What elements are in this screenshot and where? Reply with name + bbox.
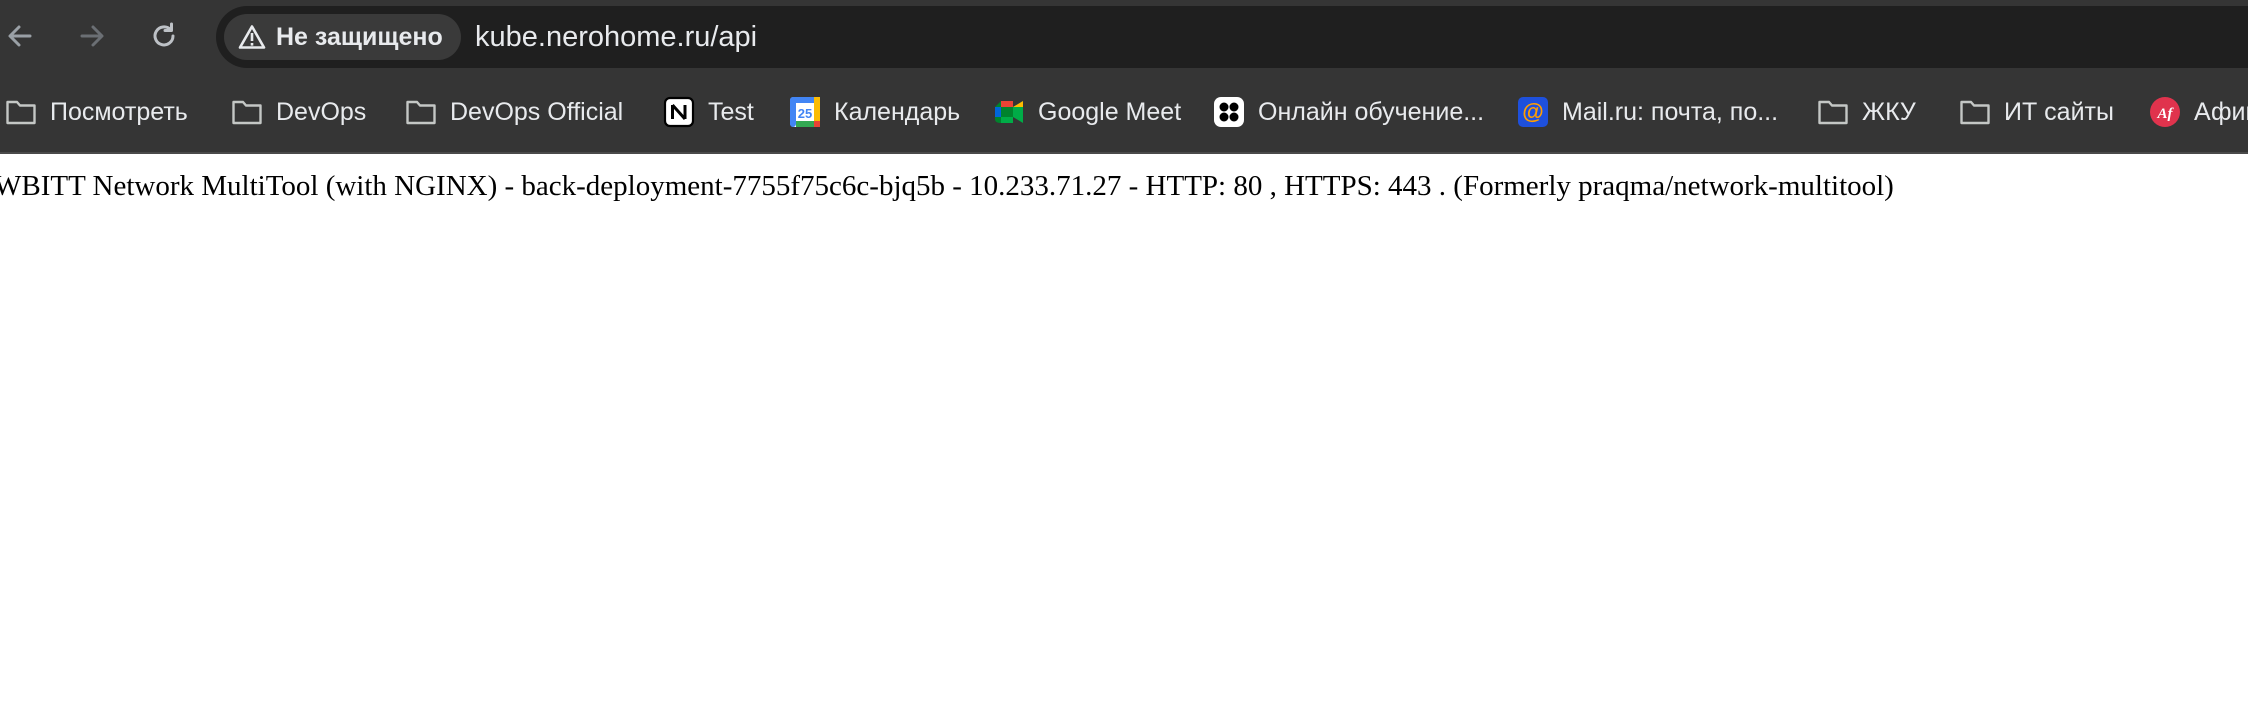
bookmark-label: Календарь [834,97,961,126]
bookmark-label: Google Meet [1038,97,1182,126]
svg-text:@: @ [1522,99,1543,124]
security-status-chip[interactable]: Не защищено [224,14,461,60]
reload-icon [153,22,175,47]
bookmark-devops-official[interactable]: DevOps Official [404,72,623,152]
mailru-icon: @ [1516,95,1550,129]
notion-icon [662,95,696,129]
folder-icon [404,95,438,129]
folder-icon [4,95,38,129]
bookmark-devops[interactable]: DevOps [230,72,366,152]
forward-button[interactable] [68,12,116,60]
address-bar[interactable]: Не защищено kube.nerohome.ru/api [216,6,2248,68]
google-meet-icon [992,95,1026,129]
svg-text:Af: Af [2157,106,2175,122]
bookmark-posmotret[interactable]: Посмотреть [4,72,188,152]
page-body-text: WBITT Network MultiTool (with NGINX) - b… [0,170,1894,202]
bookmark-label: ЖКУ [1862,97,1916,126]
bookmark-test[interactable]: Test [662,72,754,152]
bookmark-mailru[interactable]: @ Mail.ru: почта, по... [1516,72,1778,152]
folder-icon [230,95,264,129]
folder-icon [1958,95,1992,129]
bookmark-label: Mail.ru: почта, по... [1562,97,1779,126]
google-calendar-icon: 25 [788,95,822,129]
bookmark-label: Афиш [2194,97,2248,126]
bookmark-label: Онлайн обучение... [1258,97,1485,126]
url-text[interactable]: kube.nerohome.ru/api [475,6,757,68]
security-label: Не защищено [276,22,443,51]
browser-toolbar: Не защищено kube.nerohome.ru/api [0,0,2248,72]
bookmark-label: DevOps Official [450,97,624,126]
back-button[interactable] [0,12,44,60]
folder-icon [1816,95,1850,129]
afisha-icon: Af [2148,95,2182,129]
bookmark-label: ИТ сайты [2004,97,2114,126]
svg-text:25: 25 [798,106,812,121]
online-learning-icon [1212,95,1246,129]
bookmark-online-learning[interactable]: Онлайн обучение... [1212,72,1484,152]
bookmark-afisha[interactable]: Af Афиш [2148,72,2248,152]
bookmarks-bar: Посмотреть DevOps DevOps Official Test 2… [0,72,2248,154]
bookmark-label: DevOps [276,97,367,126]
bookmark-it-sites[interactable]: ИТ сайты [1958,72,2114,152]
bookmark-google-meet[interactable]: Google Meet [992,72,1181,152]
bookmark-calendar[interactable]: 25 Календарь [788,72,960,152]
bookmark-label: Посмотреть [50,97,188,126]
bookmark-label: Test [708,97,754,126]
back-arrow-icon [8,25,32,47]
forward-arrow-icon [80,25,104,47]
warning-icon [238,25,266,49]
reload-button[interactable] [140,12,188,60]
bookmark-zhku[interactable]: ЖКУ [1816,72,1916,152]
